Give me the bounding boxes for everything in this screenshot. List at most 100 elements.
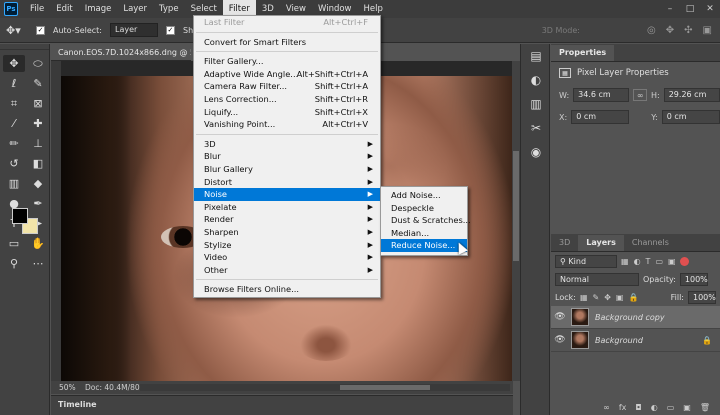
menu-item-video[interactable]: Video ▶ (194, 251, 380, 264)
libraries-panel-icon[interactable]: ▥ (521, 92, 551, 116)
document-tab[interactable]: Canon.EOS.7D.1024x866.dng @ 50% (51, 44, 191, 61)
height-field[interactable]: 29.26 cm (663, 88, 720, 102)
lasso-tool-icon[interactable]: ℓ (3, 75, 25, 92)
tab-channels[interactable]: Channels (624, 235, 677, 251)
eyedropper-tool-icon[interactable]: ⁄ (3, 115, 25, 132)
menu-item-stylize[interactable]: Stylize ▶ (194, 239, 380, 252)
menu-item-add-noise[interactable]: Add Noise... (381, 189, 467, 202)
menu-image[interactable]: Image (79, 0, 118, 18)
menu-item-lens-correction[interactable]: Lens Correction... Shift+Ctrl+R (194, 93, 380, 106)
menu-item-render[interactable]: Render ▶ (194, 213, 380, 226)
visibility-eye-icon[interactable]: 👁 (551, 312, 569, 322)
shape-filter-icon[interactable]: ▭ (655, 257, 663, 266)
filter-toggle[interactable] (679, 256, 689, 266)
blur-tool-icon[interactable]: ◆ (27, 175, 49, 192)
trash-icon[interactable]: 🗑 (700, 403, 710, 412)
adjustment-filter-icon[interactable]: ◐ (634, 257, 641, 266)
menu-file[interactable]: File (24, 0, 50, 18)
opacity-field[interactable]: 100% (679, 272, 708, 286)
menu-item-sharpen[interactable]: Sharpen ▶ (194, 226, 380, 239)
fill-field[interactable]: 100% (688, 290, 716, 304)
quick-select-tool-icon[interactable]: ✎ (27, 75, 49, 92)
orbit-icon[interactable]: ◎ (647, 25, 656, 36)
menu-item-pixelate[interactable]: Pixelate ▶ (194, 201, 380, 214)
properties-panel-icon[interactable]: ▤ (521, 44, 551, 68)
lock-artboard-icon[interactable]: ▣ (616, 293, 624, 302)
foreground-color-swatch[interactable] (12, 208, 28, 224)
marquee-tool-icon[interactable]: ⬭ (27, 55, 49, 72)
fx-icon[interactable]: fx (619, 403, 627, 412)
layer-row-background-copy[interactable]: 👁 Background copy (551, 306, 720, 329)
menu-item-liquify[interactable]: Liquify... Shift+Ctrl+X (194, 106, 380, 119)
3d-panel-icon[interactable]: ◉ (521, 140, 551, 164)
gradient-tool-icon[interactable]: ▥ (3, 175, 25, 192)
layer-lock-icon[interactable]: 🔒 (702, 336, 712, 345)
menu-item-vanishing-point[interactable]: Vanishing Point... Alt+Ctrl+V (194, 118, 380, 131)
layer-row-background[interactable]: 👁 Background 🔒 (551, 329, 720, 352)
width-field[interactable]: 34.6 cm (573, 88, 630, 102)
stamp-tool-icon[interactable]: ⊥ (27, 135, 49, 152)
menu-item-browse-filters-online[interactable]: Browse Filters Online... (194, 283, 380, 296)
crop-tool-icon[interactable]: ⌗ (3, 95, 25, 112)
visibility-eye-icon[interactable]: 👁 (551, 335, 569, 345)
adjustments-panel-icon[interactable]: ◐ (521, 68, 551, 92)
vertical-scrollbar[interactable] (512, 61, 520, 381)
x-field[interactable]: 0 cm (571, 110, 630, 124)
history-brush-tool-icon[interactable]: ↺ (3, 155, 25, 172)
menu-item-blur[interactable]: Blur ▶ (194, 150, 380, 163)
move-tool-icon[interactable]: ✥ (3, 55, 25, 72)
menu-item-adaptive-wide-angle[interactable]: Adaptive Wide Angle... Alt+Shift+Ctrl+A (194, 68, 380, 81)
menu-item-convert-for-smart-filters[interactable]: Convert for Smart Filters (194, 36, 380, 49)
minimize-button[interactable]: – (660, 0, 680, 18)
brush-tool-icon[interactable]: ✏ (3, 135, 25, 152)
group-icon[interactable]: ▭ (667, 403, 675, 412)
menu-item-camera-raw-filter[interactable]: Camera Raw Filter... Shift+Ctrl+A (194, 80, 380, 93)
pixel-filter-icon[interactable]: ▦ (621, 257, 629, 266)
menu-item-distort[interactable]: Distort ▶ (194, 176, 380, 189)
menu-layer[interactable]: Layer (117, 0, 153, 18)
link-icon[interactable]: ∞ (603, 403, 610, 412)
menu-item-dust-scratches[interactable]: Dust & Scratches... (381, 214, 471, 227)
menu-item-3d[interactable]: 3D ▶ (194, 138, 380, 151)
tab-3d[interactable]: 3D (551, 235, 578, 251)
auto-select-dropdown[interactable]: Layer (109, 23, 158, 37)
new-layer-icon[interactable]: ▣ (683, 403, 691, 412)
eraser-tool-icon[interactable]: ◧ (27, 155, 49, 172)
zoom-level[interactable]: 50% (51, 383, 77, 392)
menu-item-other[interactable]: Other ▶ (194, 264, 380, 277)
link-dimensions-icon[interactable]: ∞ (633, 89, 647, 101)
menu-edit[interactable]: Edit (50, 0, 78, 18)
filter-kind-select[interactable]: ⚲ Kind (555, 254, 617, 268)
horizontal-scroll-thumb[interactable] (340, 385, 430, 390)
menu-type[interactable]: Type (153, 0, 185, 18)
pan-3d-icon[interactable]: ✥ (666, 25, 674, 36)
more-tools-icon[interactable]: ⋯ (27, 255, 49, 272)
timeline-panel-tab[interactable]: Timeline (51, 395, 513, 415)
frame-tool-icon[interactable]: ⊠ (27, 95, 49, 112)
maximize-button[interactable]: □ (680, 0, 700, 18)
menu-item-noise[interactable]: Noise ▶ (194, 188, 380, 201)
move-tool-preset-icon[interactable]: ✥▾ (6, 24, 28, 37)
auto-select-checkbox[interactable]: ✓ (36, 25, 45, 35)
menu-item-blur-gallery[interactable]: Blur Gallery ▶ (194, 163, 380, 176)
adjustment-icon[interactable]: ◐ (651, 403, 658, 412)
lock-all-icon[interactable]: 🔒 (628, 293, 638, 302)
vertical-scroll-thumb[interactable] (513, 151, 519, 261)
menu-item-last-filter[interactable]: Last Filter Alt+Ctrl+F (194, 16, 380, 29)
menu-item-filter-gallery[interactable]: Filter Gallery... (194, 55, 380, 68)
horizontal-scrollbar[interactable] (140, 384, 510, 391)
healing-tool-icon[interactable]: ✚ (27, 115, 49, 132)
lock-transparent-icon[interactable]: ▦ (580, 293, 588, 302)
close-button[interactable]: ✕ (700, 0, 720, 18)
mask-icon[interactable]: ◘ (635, 403, 641, 412)
blend-mode-select[interactable]: Normal (555, 272, 639, 286)
lock-pixels-icon[interactable]: ✎ (593, 293, 600, 302)
camera-icon[interactable]: ▣ (703, 25, 712, 36)
y-field[interactable]: 0 cm (661, 110, 720, 124)
menu-item-despeckle[interactable]: Despeckle (381, 202, 467, 215)
tab-properties[interactable]: Properties (551, 45, 615, 61)
paths-panel-icon[interactable]: ✂ (521, 116, 551, 140)
smart-object-filter-icon[interactable]: ▣ (668, 257, 676, 266)
lock-position-icon[interactable]: ✥ (604, 293, 611, 302)
menu-item-median[interactable]: Median... (381, 227, 467, 240)
